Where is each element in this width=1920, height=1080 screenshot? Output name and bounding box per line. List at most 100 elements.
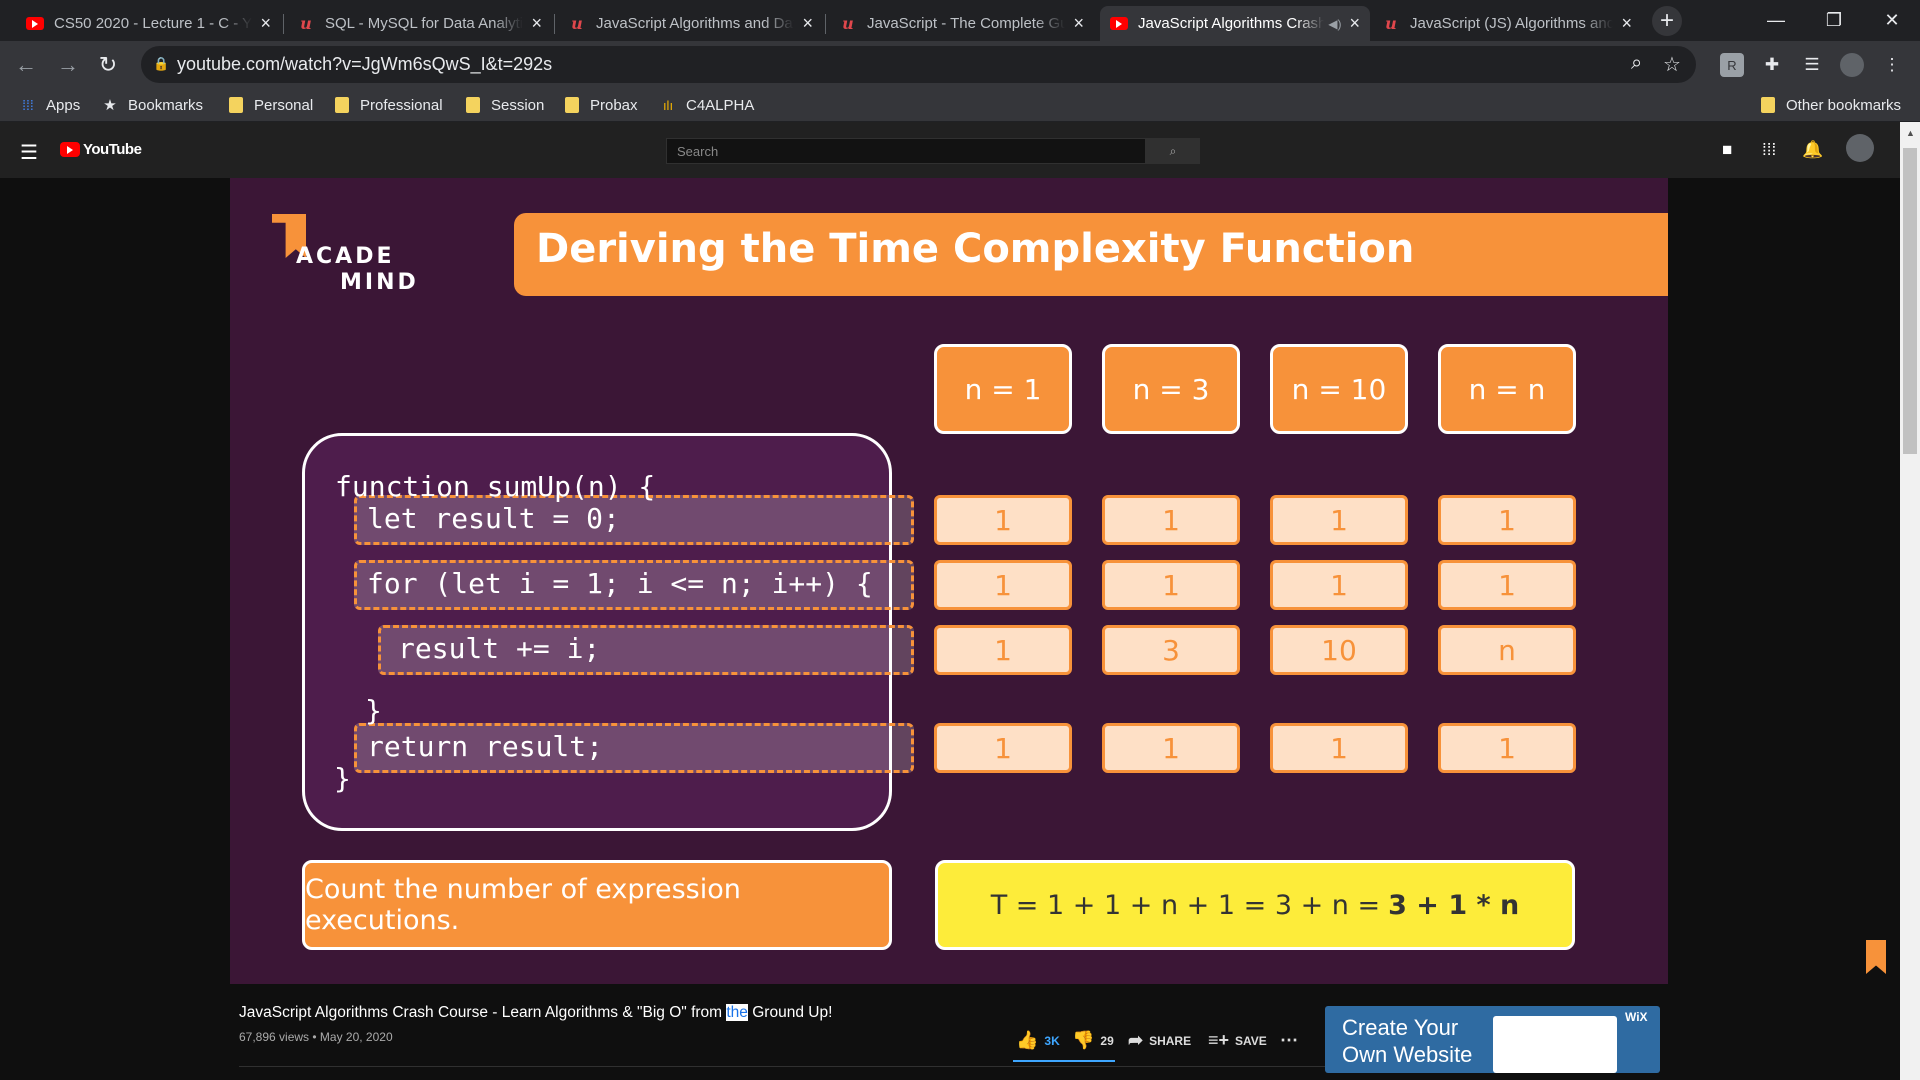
tab-title: SQL - MySQL for Data Analytics [325,15,524,32]
close-icon[interactable]: × [802,13,813,34]
bookmark-label: Session [491,96,545,114]
count-cell: 10 [1270,625,1408,675]
tab-title: JavaScript (JS) Algorithms and Data Stru… [1410,15,1614,32]
media-control-icon[interactable]: ☰ [1800,53,1824,77]
bookmark-personal[interactable]: Personal [228,94,313,116]
minimize-icon[interactable]: — [1748,0,1804,40]
forward-icon[interactable]: → [52,49,84,81]
count-cell: 1 [1438,495,1576,545]
close-icon[interactable]: × [1073,13,1084,34]
page-scrollbar[interactable]: ▲ [1900,122,1920,1080]
academind-logo: ACADE MIND [272,214,416,295]
close-window-icon[interactable]: ✕ [1864,0,1920,40]
share-label: SHARE [1149,1033,1192,1048]
youtube-icon [1110,17,1128,30]
tab-js-algorithms[interactable]: u JavaScript Algorithms and Data Structu… [558,6,823,41]
count-cell: 1 [1102,723,1240,773]
scrollbar-thumb[interactable] [1903,148,1917,454]
ad-line: Own Website [1342,1042,1473,1067]
star-icon: ★ [103,97,117,114]
reload-icon[interactable]: ↻ [92,49,124,81]
bookmark-professional[interactable]: Professional [334,94,443,116]
youtube-icon [26,17,44,30]
address-bar[interactable]: 🔒 youtube.com/watch?v=JgWm6sQwS_I&t=292s… [141,46,1696,83]
video-title: JavaScript Algorithms Crash Course - Lea… [239,1004,832,1022]
code-line: function sumUp(n) { [335,470,656,503]
thumbs-down-icon: 👎 [1072,1030,1095,1050]
close-icon[interactable]: × [260,13,271,34]
count-cell: 1 [1270,495,1408,545]
tab-js-complete-guide[interactable]: u JavaScript - The Complete Guide × [829,6,1094,41]
title-part: JavaScript Algorithms Crash Course - Lea… [239,1004,727,1021]
search-input[interactable]: Search [666,138,1146,164]
note-box: Count the number of expression execution… [302,860,892,950]
close-icon[interactable]: × [531,13,542,34]
udemy-icon: u [1385,14,1397,33]
bookmark-probax[interactable]: Probax [564,94,638,116]
extension-icon[interactable]: R [1720,53,1744,77]
close-icon[interactable]: × [1621,13,1632,34]
bookmark-label: Professional [360,96,443,114]
dislike-count: 29 [1100,1033,1114,1048]
ad-line: Create Your [1342,1015,1459,1040]
more-actions-button[interactable]: ⋯ [1280,1030,1304,1051]
zoom-icon[interactable]: ⌕ [1631,52,1642,75]
tab-cs50[interactable]: CS50 2020 - Lecture 1 - C - YouTube × [16,6,281,41]
hamburger-menu-icon[interactable]: ☰ [20,140,38,165]
dislike-button[interactable]: 👎 29 [1072,1030,1114,1051]
video-player[interactable]: ACADE MIND Deriving the Time Complexity … [230,178,1668,984]
slide-title: Deriving the Time Complexity Function [514,213,1668,296]
count-cell: 1 [934,495,1072,545]
speaker-icon[interactable]: ◀) [1328,17,1341,31]
avatar[interactable] [1846,134,1874,162]
ad-text: Create Your Own Website [1342,1014,1472,1068]
notifications-bell-icon[interactable]: 🔔 [1802,140,1823,160]
apps-grid-icon[interactable]: ⁞⁞⁞ [1762,140,1776,160]
folder-icon [465,97,481,113]
bookmark-label: Apps [46,96,81,114]
tab-active-crash-course[interactable]: JavaScript Algorithms Crash Course ◀) × [1100,6,1370,41]
tab-js-ds[interactable]: u JavaScript (JS) Algorithms and Data St… [1372,6,1642,41]
lock-icon: 🔒 [153,56,170,71]
search-icon: ⌕ [1169,143,1177,158]
search-button[interactable]: ⌕ [1146,138,1200,164]
video-meta: 67,896 views • May 20, 2020 [239,1030,393,1044]
tab-title: JavaScript Algorithms Crash Course [1138,15,1325,32]
count-cell: 1 [934,723,1072,773]
save-button[interactable]: ≡+ SAVE [1208,1030,1267,1051]
count-cell: 1 [1438,560,1576,610]
restore-icon[interactable]: ❐ [1806,0,1862,40]
new-tab-button[interactable]: + [1652,6,1682,36]
profile-avatar[interactable] [1840,53,1864,77]
code-line: return result; [367,730,604,763]
thumbs-up-icon: 👍 [1016,1030,1039,1050]
youtube-logo[interactable]: YouTube [60,141,142,158]
tab-sql[interactable]: u SQL - MySQL for Data Analytics × [287,6,552,41]
bookmark-label: Probax [590,96,638,114]
scroll-up-icon[interactable]: ▲ [1906,128,1915,138]
close-icon[interactable]: × [1349,13,1360,34]
bookmark-apps[interactable]: ⁞⁞⁞ Apps [20,94,80,116]
star-icon[interactable]: ☆ [1663,52,1681,77]
like-button[interactable]: 👍 3K [1016,1030,1060,1051]
menu-dots-icon[interactable]: ⋮ [1880,53,1904,77]
bookmark-other[interactable]: Other bookmarks [1760,94,1901,116]
bookmark-label: Other bookmarks [1786,96,1902,114]
url-text[interactable]: youtube.com/watch?v=JgWm6sQwS_I&t=292s [177,54,552,75]
ad-banner[interactable]: Create Your Own Website WiX [1325,1006,1660,1073]
youtube-header: ☰ YouTube Search ⌕ ■ ⁞⁞⁞ 🔔 [0,122,1900,178]
bookmark-bookmarks[interactable]: ★ Bookmarks [102,94,203,116]
udemy-icon: u [842,14,854,33]
ad-website-preview [1493,1016,1617,1073]
create-video-icon[interactable]: ■ [1722,140,1732,160]
puzzle-icon[interactable]: ✚ [1760,53,1784,77]
bookmark-c4alpha[interactable]: ılı C4ALPHA [660,94,754,116]
formula-result: 3 + 1 * n [1388,889,1520,921]
bookmark-session[interactable]: Session [465,94,544,116]
share-button[interactable]: ➦ SHARE [1128,1030,1191,1051]
bookmark-label: Bookmarks [128,96,204,114]
back-icon[interactable]: ← [10,49,42,81]
browser-tab-bar: CS50 2020 - Lecture 1 - C - YouTube × u … [0,0,1920,41]
save-label: SAVE [1235,1033,1267,1048]
formula-text: T = 1 + 1 + n + 1 = 3 + n = [990,889,1381,921]
